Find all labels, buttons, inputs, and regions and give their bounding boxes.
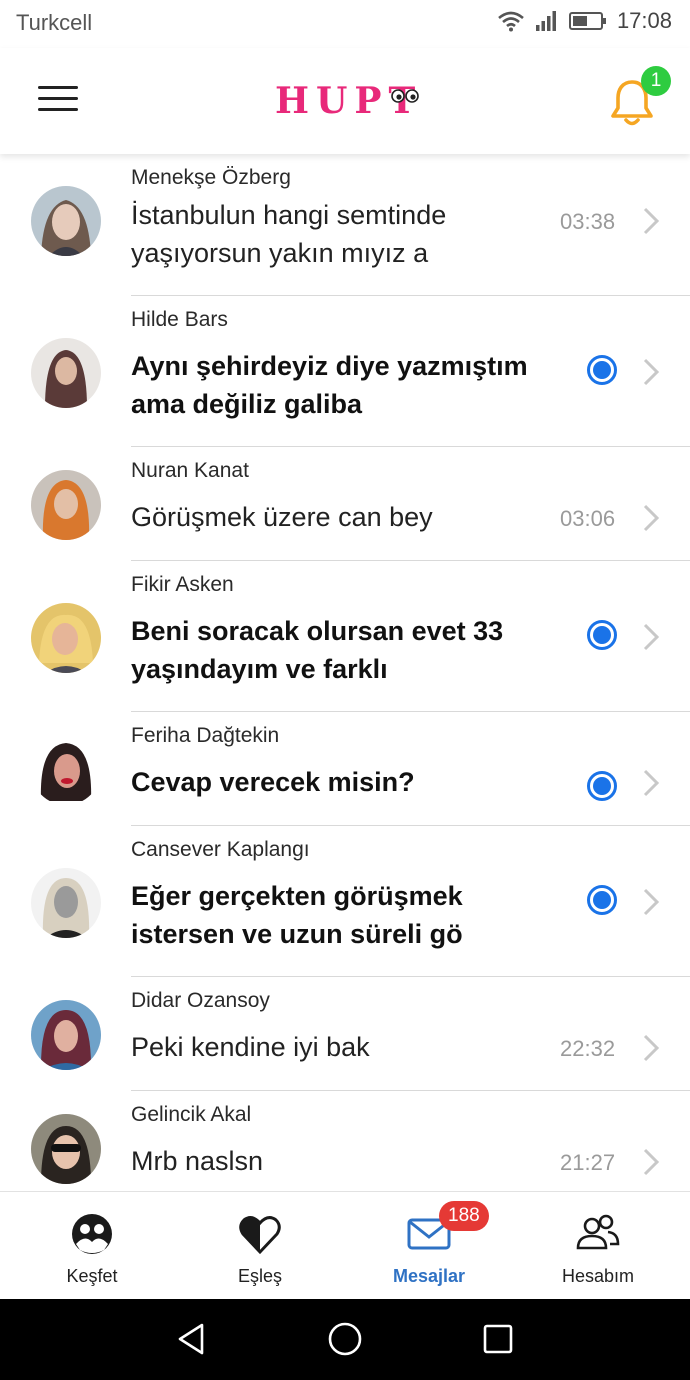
- contact-name: Fikir Asken: [131, 573, 234, 596]
- chevron-right-icon: [643, 504, 660, 532]
- unread-indicator-icon: [587, 620, 617, 650]
- chevron-right-icon: [643, 623, 660, 651]
- message-line: Cevap verecek misin?: [131, 767, 415, 797]
- message-time: 22:32: [560, 1036, 616, 1061]
- message-line: ama değiliz galiba: [131, 389, 363, 419]
- menu-line-icon: [38, 86, 78, 89]
- chevron-right-icon: [643, 888, 660, 916]
- signal-icon: [535, 11, 556, 31]
- avatar: [31, 338, 101, 408]
- message-line: İstanbulun hangi semtinde: [131, 200, 447, 230]
- carrier-name: Turkcell: [16, 10, 93, 35]
- conversation-item[interactable]: Gelincik Akal Mrb naslsn 21:27: [0, 1091, 690, 1191]
- message-line: Peki kendine iyi bak: [131, 1032, 370, 1062]
- battery-icon: [568, 12, 606, 30]
- contact-name: Hilde Bars: [131, 308, 228, 331]
- message-time: 03:06: [560, 506, 616, 531]
- message-preview: Görüşmek üzere can bey: [131, 498, 561, 536]
- unread-indicator-icon: [587, 355, 617, 385]
- nav-account[interactable]: Hesabım: [512, 1192, 684, 1300]
- clock: 17:08: [616, 8, 672, 33]
- message-time: 03:38: [560, 209, 616, 234]
- contact-name: Cansever Kaplangı: [131, 838, 310, 861]
- conversation-item[interactable]: Fikir Asken Beni soracak olursan evet 33…: [0, 561, 690, 712]
- messages-count-badge: 188: [439, 1201, 489, 1231]
- notification-badge: 1: [641, 66, 671, 96]
- message-preview: Mrb naslsn: [131, 1142, 561, 1180]
- nav-messages[interactable]: Mesajlar: [343, 1192, 515, 1300]
- message-line: Aynı şehirdeyiz diye yazmıştım: [131, 351, 528, 381]
- chevron-right-icon: [643, 1148, 660, 1176]
- app-logo: HUPT: [275, 76, 425, 126]
- back-icon[interactable]: [172, 1319, 212, 1359]
- message-preview: Peki kendine iyi bak: [131, 1028, 561, 1066]
- message-preview: Cevap verecek misin?: [131, 763, 561, 801]
- app-header: HUPT: [0, 48, 690, 154]
- message-time: 21:27: [560, 1150, 616, 1175]
- chevron-right-icon: [643, 207, 660, 235]
- conversation-item[interactable]: Didar Ozansoy Peki kendine iyi bak 22:32: [0, 977, 690, 1091]
- conversation-item[interactable]: Menekşe Özberg İstanbulun hangi semtinde…: [0, 154, 690, 296]
- nav-label: Eşleş: [237, 1266, 282, 1286]
- nav-label: Hesabım: [561, 1266, 635, 1286]
- contact-name: Gelincik Akal: [131, 1103, 252, 1126]
- home-icon[interactable]: [325, 1319, 365, 1359]
- conversation-list: Menekşe Özberg İstanbulun hangi semtinde…: [0, 154, 690, 1191]
- nav-discover[interactable]: Keşfet: [6, 1192, 178, 1300]
- message-preview: Aynı şehirdeyiz diye yazmıştım ama değil…: [131, 347, 561, 423]
- users-icon: [576, 1214, 620, 1250]
- message-line: Mrb naslsn: [131, 1146, 264, 1176]
- message-line: yaşıyorsun yakın mıyız a: [131, 238, 429, 268]
- unread-indicator-icon: [587, 885, 617, 915]
- status-icons: 17:08: [497, 8, 672, 34]
- message-line: istersen ve uzun süreli gö: [131, 919, 463, 949]
- conversation-item[interactable]: Nuran Kanat Görüşmek üzere can bey 03:06: [0, 447, 690, 561]
- avatar: [31, 1114, 101, 1184]
- chevron-right-icon: [643, 1034, 660, 1062]
- avatar: [31, 868, 101, 938]
- contact-name: Didar Ozansoy: [131, 989, 270, 1012]
- menu-line-icon: [38, 108, 78, 111]
- avatar: [31, 1000, 101, 1070]
- wifi-icon: [498, 11, 524, 32]
- conversation-item[interactable]: Cansever Kaplangı Eğer gerçekten görüşme…: [0, 826, 690, 977]
- hamburger-menu-button[interactable]: [38, 86, 80, 116]
- discover-icon: [72, 1214, 112, 1254]
- chevron-right-icon: [643, 769, 660, 797]
- message-line: Eğer gerçekten görüşmek: [131, 881, 463, 911]
- recents-icon[interactable]: [478, 1319, 518, 1359]
- contact-name: Nuran Kanat: [131, 459, 249, 482]
- message-preview: Beni soracak olursan evet 33 yaşındayım …: [131, 612, 561, 688]
- nav-match[interactable]: Eşleş: [174, 1192, 346, 1300]
- message-preview: İstanbulun hangi semtinde yaşıyorsun yak…: [131, 196, 561, 272]
- conversation-item[interactable]: Hilde Bars Aynı şehirdeyiz diye yazmıştı…: [0, 296, 690, 447]
- message-line: Görüşmek üzere can bey: [131, 502, 433, 532]
- status-bar: Turkcell 17:08: [0, 0, 690, 48]
- nav-label: Mesajlar: [392, 1266, 466, 1286]
- nav-label: Keşfet: [66, 1266, 118, 1286]
- message-line: yaşındayım ve farklı: [131, 654, 388, 684]
- message-preview: Eğer gerçekten görüşmek istersen ve uzun…: [131, 877, 561, 953]
- contact-name: Feriha Dağtekin: [131, 724, 280, 747]
- avatar: [31, 470, 101, 540]
- menu-line-icon: [38, 97, 78, 100]
- avatar: [31, 186, 101, 256]
- contact-name: Menekşe Özberg: [131, 166, 291, 189]
- avatar: [31, 735, 101, 805]
- chevron-right-icon: [643, 358, 660, 386]
- app-screen: Turkcell 17:08 HUPT 1 Menekşe Özberg İst…: [0, 0, 690, 1380]
- logo-eyes-icon: [391, 89, 419, 103]
- conversation-item[interactable]: Feriha Dağtekin Cevap verecek misin?: [0, 712, 690, 826]
- heart-icon: [239, 1216, 281, 1255]
- unread-indicator-icon: [587, 771, 617, 801]
- avatar: [31, 603, 101, 673]
- message-line: Beni soracak olursan evet 33: [131, 616, 504, 646]
- bottom-navigation: Keşfet Eşleş Mesajlar Hesabım: [0, 1191, 690, 1299]
- system-navigation-bar: [0, 1299, 690, 1380]
